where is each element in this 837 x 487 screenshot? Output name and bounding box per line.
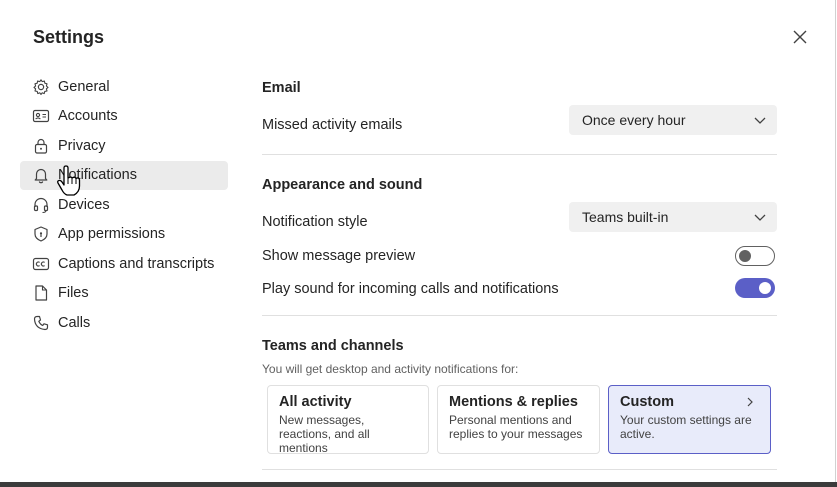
dialog-title: Settings [33,27,105,47]
card-title: Custom [620,394,674,410]
chevron-right-icon [747,397,753,407]
play-sound-toggle[interactable] [735,278,775,298]
nav-label-captions: Captions and transcripts [58,255,215,272]
hand-cursor-icon [57,165,81,196]
nav-label-general: General [58,78,110,95]
card-title: Mentions & replies [449,394,578,410]
bell-icon [32,166,50,184]
nav-label-devices: Devices [58,196,110,213]
message-preview-toggle[interactable] [735,246,775,266]
settings-nav: General Accounts Privacy Notifications D… [20,72,228,338]
teams-channels-heading: Teams and channels [262,338,404,354]
notification-style-select[interactable]: Teams built-in [569,202,777,232]
nav-item-captions[interactable]: Captions and transcripts [20,249,228,279]
option-card-all-activity[interactable]: All activity New messages, reactions, an… [267,385,429,455]
gear-icon [32,78,50,96]
toggle-knob [759,282,771,294]
missed-activity-label: Missed activity emails [262,117,403,133]
nav-item-devices[interactable]: Devices [20,190,228,220]
appearance-heading: Appearance and sound [262,177,423,193]
section-divider [262,154,777,155]
message-preview-label: Show message preview [262,248,416,264]
window-bottom-edge [0,482,837,487]
missed-activity-select[interactable]: Once every hour [569,105,777,135]
notification-style-label: Notification style [262,214,368,230]
id-card-icon [32,107,50,125]
nav-item-privacy[interactable]: Privacy [20,131,228,161]
nav-label-files: Files [58,285,89,302]
nav-item-accounts[interactable]: Accounts [20,102,228,132]
email-heading: Email [262,80,301,96]
card-title: All activity [279,394,352,410]
nav-item-general[interactable]: General [20,72,228,102]
shield-icon [32,225,50,243]
nav-item-files[interactable]: Files [20,279,228,309]
play-sound-label: Play sound for incoming calls and notifi… [262,281,559,297]
nav-label-app-permissions: App permissions [58,226,166,243]
lock-icon [32,137,50,155]
card-description: New messages, reactions, and all mention… [279,413,370,455]
nav-label-privacy: Privacy [58,137,106,154]
phone-icon [32,314,50,332]
toggle-knob [739,250,751,262]
nav-label-accounts: Accounts [58,108,118,125]
close-icon [793,30,807,44]
nav-item-app-permissions[interactable]: App permissions [20,220,228,250]
headset-icon [32,196,50,214]
cc-icon [32,255,50,273]
missed-activity-value: Once every hour [582,112,686,128]
section-divider [262,315,777,316]
option-card-custom[interactable]: Custom Your custom settings are active. [608,385,771,454]
chevron-down-icon [754,214,766,221]
card-description: Personal mentions and replies to your me… [449,413,583,441]
teams-channels-subtext: You will get desktop and activity notifi… [262,362,519,376]
close-button[interactable] [789,26,811,48]
settings-dialog: Settings General Accounts Privacy Notifi… [0,0,836,482]
file-icon [32,284,50,302]
chevron-down-icon [754,117,766,124]
option-card-mentions-replies[interactable]: Mentions & replies Personal mentions and… [437,385,600,454]
nav-item-notifications[interactable]: Notifications [20,160,228,190]
section-divider [262,469,777,470]
nav-item-calls[interactable]: Calls [20,308,228,338]
notification-style-value: Teams built-in [582,209,669,225]
card-description: Your custom settings are active. [620,413,752,441]
nav-label-calls: Calls [58,314,91,331]
